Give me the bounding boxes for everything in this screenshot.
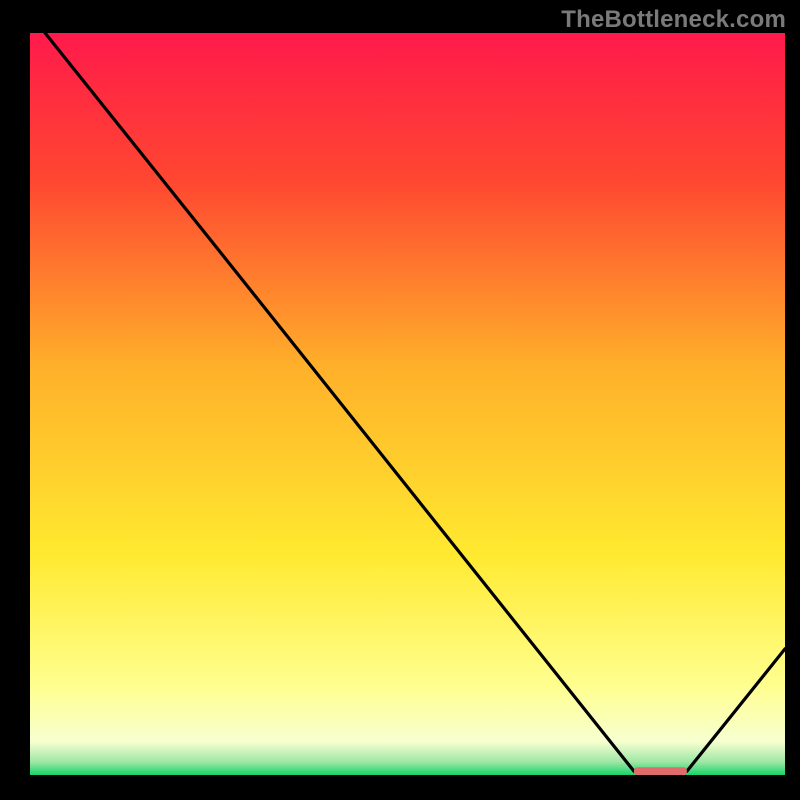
chart-background: [30, 33, 785, 775]
watermark-text: TheBottleneck.com: [561, 6, 786, 34]
chart-stage: TheBottleneck.com: [0, 0, 800, 800]
chart-svg: [30, 33, 785, 775]
chart-plot: [30, 33, 785, 775]
valley-marker: [634, 767, 687, 775]
